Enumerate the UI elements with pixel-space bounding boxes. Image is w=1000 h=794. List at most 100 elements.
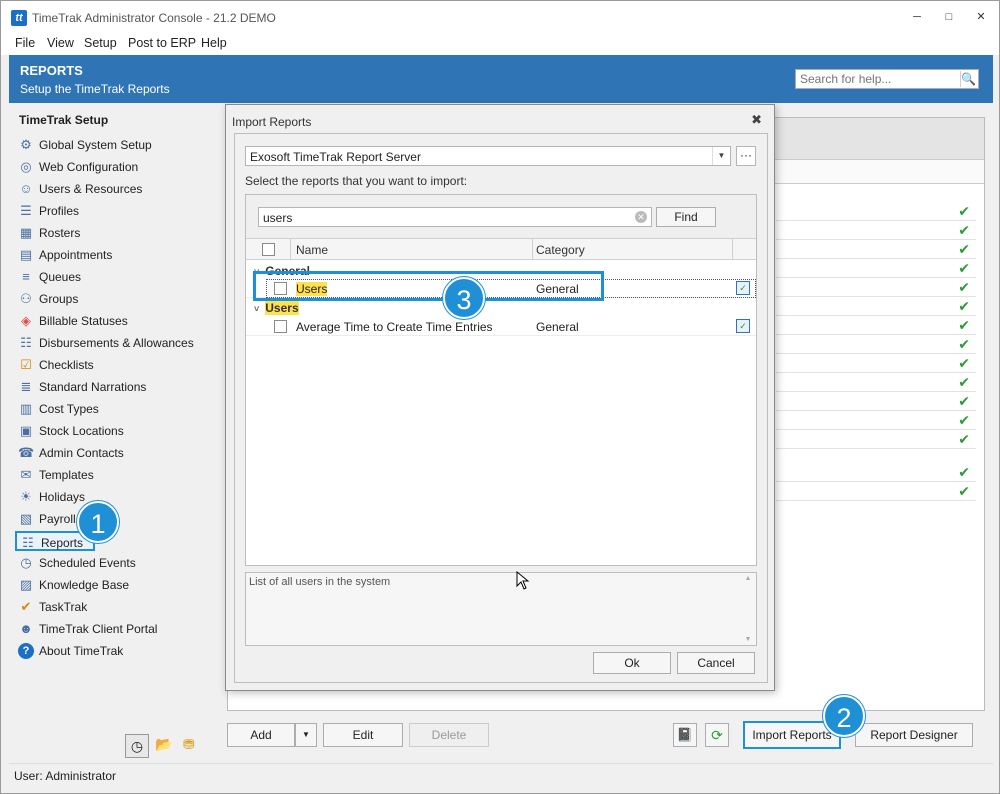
report-server-select[interactable]: Exosoft TimeTrak Report Server ▼ xyxy=(245,146,731,166)
sidebar-item-label: Rosters xyxy=(39,226,81,240)
sidebar-item-queues[interactable]: ≡ Queues xyxy=(15,267,205,287)
sidebar-item-label: Appointments xyxy=(39,248,113,262)
edit-button[interactable]: Edit xyxy=(323,723,403,747)
page-banner: REPORTS Setup the TimeTrak Reports 🔍 xyxy=(9,55,993,103)
sidebar-item-web-configuration[interactable]: ◎ Web Configuration xyxy=(15,157,205,177)
folder-icon[interactable]: 📂 xyxy=(155,736,172,753)
sidebar-item-label: Checklists xyxy=(39,358,94,372)
sidebar-item-timetrak-client-portal[interactable]: ☻ TimeTrak Client Portal xyxy=(15,619,205,639)
sidebar-item-admin-contacts[interactable]: ☎ Admin Contacts xyxy=(15,443,205,463)
list-column-header: Name Category xyxy=(246,239,756,260)
dialog-title: Import Reports xyxy=(232,115,312,129)
help-search-input[interactable] xyxy=(796,70,956,88)
list-item[interactable]: Average Time to Create Time Entries Gene… xyxy=(246,317,756,336)
sidebar-item-scheduled-events[interactable]: ◷ Scheduled Events xyxy=(15,553,205,573)
find-button[interactable]: Find xyxy=(656,207,716,227)
add-button[interactable]: Add xyxy=(227,723,295,747)
menu-post-to-erp[interactable]: Post to ERP xyxy=(128,36,196,50)
check-icon: ✔ xyxy=(958,222,970,238)
sidebar-item-label: TaskTrak xyxy=(39,600,88,614)
add-dropdown-button[interactable]: ▼ xyxy=(295,723,317,747)
minimize-button[interactable]: ─ xyxy=(909,9,925,25)
table-row[interactable]: ✔ xyxy=(776,316,976,335)
sidebar-item-billable-statuses[interactable]: ◈ Billable Statuses xyxy=(15,311,205,331)
table-row[interactable]: ✔ xyxy=(776,482,976,501)
table-row[interactable]: ✔ xyxy=(776,411,976,430)
sidebar-item-tasktrak[interactable]: ✔ TaskTrak xyxy=(15,597,205,617)
sidebar-item-disbursements-allowances[interactable]: ☷ Disbursements & Allowances xyxy=(15,333,205,353)
sidebar-item-knowledge-base[interactable]: ▨ Knowledge Base xyxy=(15,575,205,595)
cancel-button[interactable]: Cancel xyxy=(677,652,755,674)
page-subtitle: Setup the TimeTrak Reports xyxy=(20,82,170,96)
sidebar-item-label: Scheduled Events xyxy=(39,556,136,570)
notebook-icon[interactable]: 📓 xyxy=(673,723,697,747)
restore-button[interactable]: □ xyxy=(941,9,957,25)
title-bar: tt TimeTrak Administrator Console - 21.2… xyxy=(1,1,999,33)
table-row[interactable]: ✔ xyxy=(776,335,976,354)
profile-icon: ☰ xyxy=(20,203,32,218)
sidebar-heading: TimeTrak Setup xyxy=(19,113,109,127)
sidebar-item-templates[interactable]: ✉ Templates xyxy=(15,465,205,485)
column-category[interactable]: Category xyxy=(536,243,585,257)
table-row[interactable]: ✔ xyxy=(776,221,976,240)
column-name[interactable]: Name xyxy=(296,243,328,257)
sidebar-item-label: Standard Narrations xyxy=(39,380,147,394)
sidebar-item-global-system-setup[interactable]: ⚙ Global System Setup xyxy=(15,135,205,155)
sidebar-item-groups[interactable]: ⚇ Groups xyxy=(15,289,205,309)
clock-icon[interactable]: ◷ xyxy=(125,734,149,758)
table-row[interactable]: ✔ xyxy=(776,373,976,392)
sidebar-item-profiles[interactable]: ☰ Profiles xyxy=(15,201,205,221)
table-row[interactable]: ✔ xyxy=(776,278,976,297)
table-row[interactable]: ✔ xyxy=(776,463,976,482)
sidebar-item-users-resources[interactable]: ☺ Users & Resources xyxy=(15,179,205,199)
report-designer-button[interactable]: Report Designer xyxy=(855,723,973,747)
menu-help[interactable]: Help xyxy=(201,36,227,50)
menu-file[interactable]: File xyxy=(15,36,35,50)
filter-input[interactable]: users ✕ xyxy=(258,207,652,227)
callout-3: 3 xyxy=(443,277,485,319)
sidebar-item-stock-locations[interactable]: ▣ Stock Locations xyxy=(15,421,205,441)
menu-view[interactable]: View xyxy=(47,36,74,50)
ok-button[interactable]: Ok xyxy=(593,652,671,674)
sidebar-item-about-timetrak[interactable]: ? About TimeTrak xyxy=(15,641,205,661)
search-icon[interactable]: 🔍 xyxy=(960,71,976,87)
status-user: User: Administrator xyxy=(14,769,117,783)
tag-icon: ◈ xyxy=(21,313,31,328)
import-reports-dialog: Import Reports ✖ Exosoft TimeTrak Report… xyxy=(225,104,775,691)
chevron-down-icon[interactable]: ▼ xyxy=(712,147,730,165)
refresh-icon[interactable]: ⟳ xyxy=(705,723,729,747)
table-row[interactable]: ✔ xyxy=(776,297,976,316)
highlight-box-users-row xyxy=(253,271,604,301)
table-row[interactable]: ✔ xyxy=(776,259,976,278)
sidebar-item-label: Disbursements & Allowances xyxy=(39,336,194,350)
table-row[interactable]: ✔ xyxy=(776,354,976,373)
dialog-close-icon[interactable]: ✖ xyxy=(751,112,762,128)
sidebar-item-label: Knowledge Base xyxy=(39,578,130,592)
check-icon: ✔ xyxy=(958,279,970,295)
book-icon: ▨ xyxy=(19,577,33,592)
delete-button[interactable]: Delete xyxy=(409,723,489,747)
table-row[interactable]: ✔ xyxy=(776,392,976,411)
select-all-checkbox[interactable] xyxy=(262,243,275,256)
sidebar-item-cost-types[interactable]: ▥ Cost Types xyxy=(15,399,205,419)
close-button[interactable]: ✕ xyxy=(973,9,989,25)
sidebar-item-appointments[interactable]: ▤ Appointments xyxy=(15,245,205,265)
table-row[interactable]: ✔ xyxy=(776,202,976,221)
sidebar-item-rosters[interactable]: ▦ Rosters xyxy=(15,223,205,243)
sidebar-item-label: Templates xyxy=(39,468,94,482)
row-checkbox[interactable] xyxy=(274,320,287,333)
sidebar-item-standard-narrations[interactable]: ≣ Standard Narrations xyxy=(15,377,205,397)
description-scrollbar[interactable]: ▲ ▼ xyxy=(742,573,754,645)
report-status-icon: ✓ xyxy=(736,319,750,333)
sidebar-item-checklists[interactable]: ☑ Checklists xyxy=(15,355,205,375)
roster-icon: ▦ xyxy=(19,225,33,240)
table-row[interactable]: ✔ xyxy=(776,430,976,449)
menu-setup[interactable]: Setup xyxy=(84,36,117,50)
sidebar-item-label: Users & Resources xyxy=(39,182,143,196)
clear-icon[interactable]: ✕ xyxy=(635,211,647,223)
collapse-icon[interactable]: ˅ xyxy=(254,304,259,314)
server-browse-button[interactable]: ··· xyxy=(736,146,756,166)
table-row[interactable]: ✔ xyxy=(776,240,976,259)
database-icon[interactable]: ⛃ xyxy=(183,736,195,753)
group-row-users[interactable]: ˅ Users xyxy=(254,301,299,315)
